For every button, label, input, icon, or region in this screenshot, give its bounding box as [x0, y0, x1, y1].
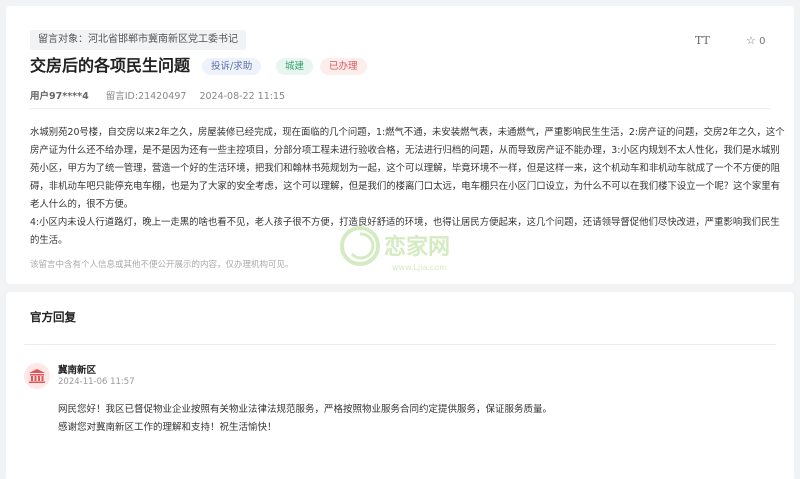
question-meta: 用户97****4 留言ID:21420497 2024-08-22 11:15 [30, 88, 285, 102]
star-icon: ☆ [746, 34, 756, 47]
domain-badge: 城建 [276, 58, 314, 75]
divider [24, 344, 776, 345]
font-size-toggle[interactable]: TT [695, 34, 710, 47]
watermark-logo: 恋家网 www.Ljia.com [340, 226, 450, 272]
page-title: 交房后的各项民生问题 [30, 56, 191, 75]
government-building-icon [29, 369, 45, 383]
status-badge: 已办理 [320, 58, 367, 75]
category-badge: 投诉/求助 [202, 58, 262, 75]
body-paragraph: 水城别苑20号楼，自交房以来2年之久，房屋装修已经完成，现在面临的几个问题，1:… [30, 127, 785, 210]
avatar [24, 363, 50, 389]
user-name: 用户97****4 [30, 91, 89, 102]
reply-section-title: 官方回复 [30, 310, 76, 324]
post-date: 2024-08-22 11:15 [199, 91, 286, 102]
reply-time: 2024-11-06 11:57 [58, 377, 135, 387]
reply-line: 感谢您对冀南新区工作的理解和支持！祝生活愉快！ [58, 422, 277, 433]
message-id: 留言ID:21420497 [105, 91, 187, 102]
watermark-url: www.Ljia.com [392, 263, 447, 272]
favorite-button[interactable]: ☆ 0 [746, 34, 765, 47]
recipient-tag: 留言对象：河北省邯郸市冀南新区党工委书记 [30, 30, 246, 50]
favorite-count: 0 [759, 36, 766, 47]
question-card: 留言对象：河北省邯郸市冀南新区党工委书记 交房后的各项民生问题 投诉/求助 城建… [6, 6, 794, 284]
privacy-notice: 该留言中含有个人信息或其他不便公开展示的内容，仅办理机构可见。 [30, 260, 294, 270]
reply-department: 冀南新区 [58, 365, 97, 376]
reply-card: 官方回复 冀南新区 2024-11-06 11:57 网民您好！我区已督促物业企… [6, 292, 794, 479]
divider [30, 108, 770, 109]
reply-line: 网民您好！我区已督促物业企业按照有关物业法律法规范服务，严格按照物业服务合同约定… [58, 404, 553, 415]
watermark-text: 恋家网 [384, 234, 450, 260]
